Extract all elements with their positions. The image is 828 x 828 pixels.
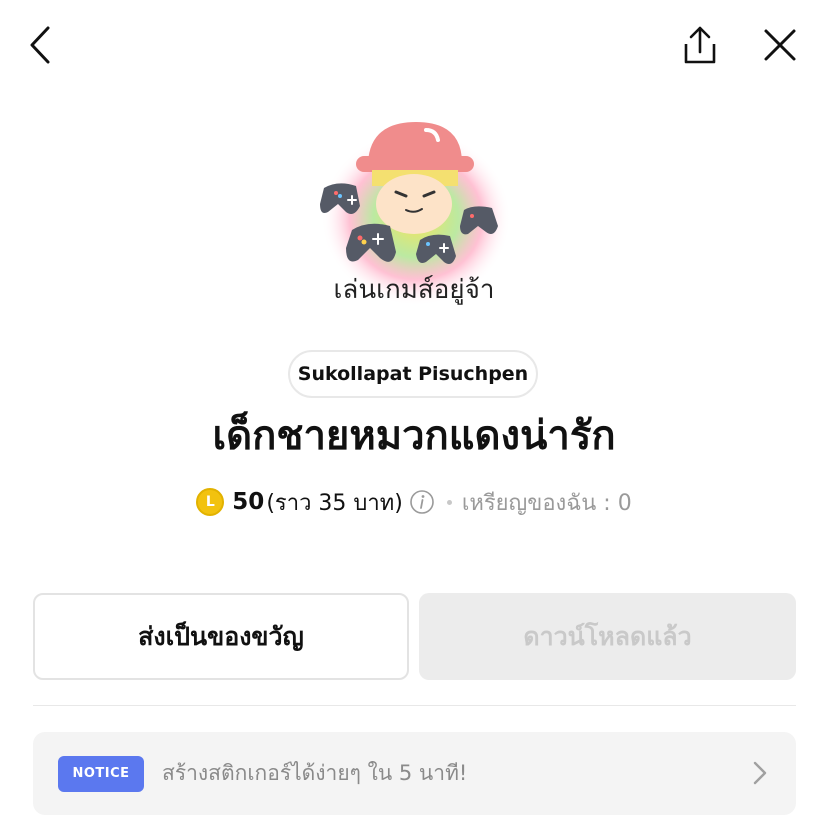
notice-badge: NOTICE <box>58 755 144 792</box>
separator-dot <box>446 499 452 505</box>
send-as-gift-button[interactable]: ส่งเป็นของขวัญ <box>33 593 409 680</box>
chevron-left-icon <box>30 26 50 64</box>
notice-banner[interactable]: NOTICE สร้างสติกเกอร์ได้ง่ายๆ ใน 5 นาที! <box>33 732 796 815</box>
downloaded-button: ดาวน์โหลดแล้ว <box>419 593 796 680</box>
sticker-caption: เล่นเกมส์อยู่จ้า <box>334 275 495 305</box>
price-approx: (ราว 35 บาท) <box>266 490 403 516</box>
top-bar <box>0 0 828 90</box>
author-name: Sukollapat Pisuchpen <box>297 363 529 385</box>
back-button[interactable] <box>22 22 66 68</box>
share-button[interactable] <box>678 22 722 68</box>
my-coins-balance: เหรียญของฉัน : 0 <box>461 490 632 516</box>
price-amount: 50 <box>232 489 265 515</box>
sticker-title: เด็กชายหมวกแดงน่ารัก <box>212 413 616 459</box>
chevron-right-icon <box>752 760 768 790</box>
info-icon[interactable] <box>409 489 435 515</box>
author-name-link[interactable]: Sukollapat Pisuchpen <box>288 350 538 398</box>
close-button[interactable] <box>758 22 802 68</box>
notice-text: สร้างสติกเกอร์ได้ง่ายๆ ใน 5 นาที! <box>162 761 468 785</box>
close-icon <box>764 29 796 61</box>
price-row: L 50 (ราว 35 บาท) เหรียญของฉัน : 0 <box>0 482 828 522</box>
line-coin-icon: L <box>196 488 225 516</box>
sticker-illustration: เล่นเกมส์อยู่จ้า <box>320 122 511 306</box>
share-icon <box>684 26 716 64</box>
divider <box>33 705 796 706</box>
sticker-preview-image[interactable]: เล่นเกมส์อยู่จ้า <box>298 108 530 323</box>
